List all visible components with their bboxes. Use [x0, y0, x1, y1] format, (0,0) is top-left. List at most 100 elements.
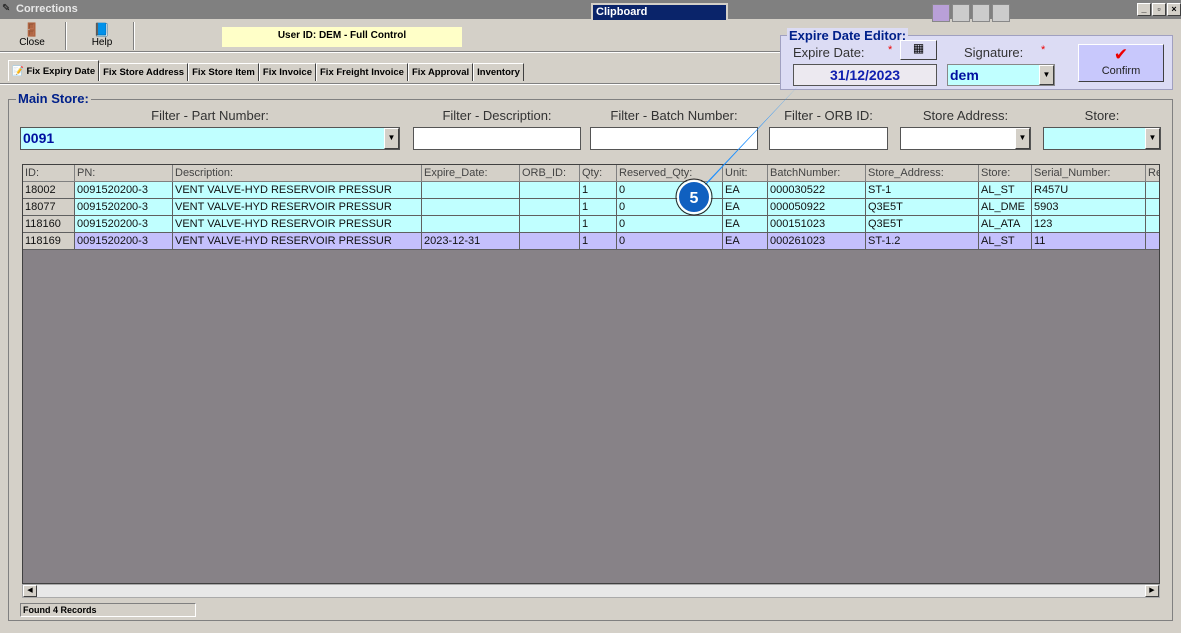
chevron-down-icon[interactable]: ▼: [1015, 128, 1030, 149]
help-book-icon: 📘: [93, 22, 111, 37]
clipboard-window[interactable]: Clipboard: [591, 3, 728, 22]
expire-date-field[interactable]: 31/12/2023: [793, 64, 937, 86]
table-cell: AL_DME: [979, 199, 1032, 216]
column-header[interactable]: PN:: [75, 165, 173, 182]
editor-title: Expire Date Editor:: [787, 28, 909, 43]
table-cell: AL_ST: [979, 182, 1032, 199]
calendar-button[interactable]: ▦: [900, 40, 937, 60]
table-cell: [520, 233, 580, 250]
column-header[interactable]: Store:: [979, 165, 1032, 182]
column-header[interactable]: Expire_Date:: [422, 165, 520, 182]
tab-fix-approval[interactable]: Fix Approval: [407, 63, 474, 81]
table-cell: [422, 182, 520, 199]
table-cell: [520, 199, 580, 216]
restore-button[interactable]: ▫: [1152, 3, 1166, 16]
copy-icon[interactable]: [992, 4, 1010, 22]
table-cell: [1146, 182, 1159, 199]
tab-fix-expiry-date[interactable]: 📝 Fix Expiry Date: [8, 60, 100, 81]
edit-icon[interactable]: [972, 4, 990, 22]
table-cell: 000050922: [768, 199, 866, 216]
table-cell: AL_ATA: [979, 216, 1032, 233]
table-cell: VENT VALVE-HYD RESERVOIR PRESSUR: [173, 233, 422, 250]
table-cell: 0091520200-3: [75, 182, 173, 199]
column-header[interactable]: Reserved_Qty:: [617, 165, 723, 182]
minimize-button[interactable]: _: [1137, 3, 1151, 16]
chevron-down-icon[interactable]: ▼: [1039, 65, 1054, 85]
filter-label: Filter - Description:: [442, 108, 552, 123]
column-header[interactable]: Qty:: [580, 165, 617, 182]
table-cell: 0: [617, 216, 723, 233]
table-cell: Q3E5T: [866, 216, 979, 233]
filter-label: Filter - Batch Number:: [610, 108, 738, 123]
table-row[interactable]: 18077 0091520200-3 VENT VALVE-HYD RESERVOI…: [23, 199, 1159, 216]
table-cell: 0: [617, 233, 723, 250]
table-cell: EA: [723, 199, 768, 216]
tab-inventory[interactable]: Inventory: [473, 63, 524, 81]
tab-fix-store-item[interactable]: Fix Store Item: [188, 63, 259, 81]
confirm-button[interactable]: ✔ Confirm: [1078, 44, 1164, 82]
user-id-banner: User ID: DEM - Full Control: [222, 27, 462, 47]
chevron-down-icon[interactable]: ▼: [384, 128, 399, 149]
filter-input[interactable]: [769, 127, 888, 150]
table-cell: 0091520200-3: [75, 199, 173, 216]
tab-fix-freight-invoice[interactable]: Fix Freight Invoice: [316, 63, 408, 81]
scroll-right-icon[interactable]: ▶: [1145, 585, 1159, 597]
table-row[interactable]: 18002 0091520200-3 VENT VALVE-HYD RESERVOI…: [23, 182, 1159, 199]
table-cell: R457U: [1032, 182, 1146, 199]
tab-label: Fix Expiry Date: [26, 66, 96, 77]
table-row[interactable]: 118160 0091520200-3 VENT VALVE-HYD RESERVO…: [23, 216, 1159, 233]
status-bar: Found 4 Records: [20, 603, 196, 617]
column-header[interactable]: ID:: [23, 165, 75, 182]
filter-input[interactable]: ▼: [1043, 127, 1161, 150]
column-header[interactable]: Serial_Number:: [1032, 165, 1146, 182]
tab-fix-invoice[interactable]: Fix Invoice: [258, 63, 316, 81]
filter-input[interactable]: 0091 ▼: [20, 127, 400, 150]
help-button[interactable]: 📘 Help: [80, 22, 124, 52]
column-header[interactable]: ORB_ID:: [520, 165, 580, 182]
tab-fix-store-address[interactable]: Fix Store Address: [99, 63, 189, 81]
filter-input[interactable]: [413, 127, 581, 150]
tab-bar: 📝 Fix Expiry Date Fix Store Address Fix St…: [8, 60, 524, 81]
divider: [65, 22, 67, 50]
checkmark-icon: ✔: [1113, 45, 1129, 64]
signature-select[interactable]: dem ▼: [947, 64, 1055, 86]
table-cell: 000151023: [768, 216, 866, 233]
window-title: Corrections: [16, 3, 78, 15]
filter-value: [770, 128, 887, 132]
filter-input[interactable]: [590, 127, 758, 150]
filter-label: Filter - Part Number:: [151, 108, 269, 123]
table-cell: 11: [1032, 233, 1146, 250]
scroll-left-icon[interactable]: ◀: [23, 585, 37, 597]
app-icon: ✎: [2, 3, 11, 14]
table-cell: 000030522: [768, 182, 866, 199]
table-cell: 0091520200-3: [75, 216, 173, 233]
chevron-down-icon[interactable]: ▼: [1145, 128, 1160, 149]
filter-value: [591, 128, 757, 132]
column-header[interactable]: Description:: [173, 165, 422, 182]
table-cell: AL_ST: [979, 233, 1032, 250]
table-cell: EA: [723, 216, 768, 233]
s-folder-icon[interactable]: [932, 4, 950, 22]
filter-value: 0091: [23, 130, 55, 146]
print-icon[interactable]: [952, 4, 970, 22]
column-header[interactable]: BatchNumber:: [768, 165, 866, 182]
table-cell: 1: [580, 199, 617, 216]
required-marker: *: [888, 44, 893, 56]
filter-input[interactable]: ▼: [900, 127, 1031, 150]
column-header[interactable]: Unit:: [723, 165, 768, 182]
filter-label: Filter - ORB ID:: [784, 108, 873, 123]
close-button[interactable]: 🚪 Close: [12, 22, 52, 52]
column-header[interactable]: Store_Address:: [866, 165, 979, 182]
close-window-button[interactable]: ×: [1167, 3, 1181, 16]
table-cell: 0091520200-3: [75, 233, 173, 250]
expire-date-label: Expire Date:: [793, 45, 865, 60]
tab-label: Fix Store Item: [192, 67, 255, 78]
table-cell: [422, 199, 520, 216]
table-row[interactable]: 118169 0091520200-3 VENT VALVE-HYD RESERVO…: [23, 233, 1159, 250]
help-label: Help: [91, 37, 113, 48]
horizontal-scrollbar[interactable]: ◀ ▶: [22, 584, 1160, 598]
column-header[interactable]: Re: [1146, 165, 1159, 182]
table-cell: Q3E5T: [866, 199, 979, 216]
divider: [0, 83, 780, 85]
filter-label: Store:: [1084, 108, 1120, 123]
